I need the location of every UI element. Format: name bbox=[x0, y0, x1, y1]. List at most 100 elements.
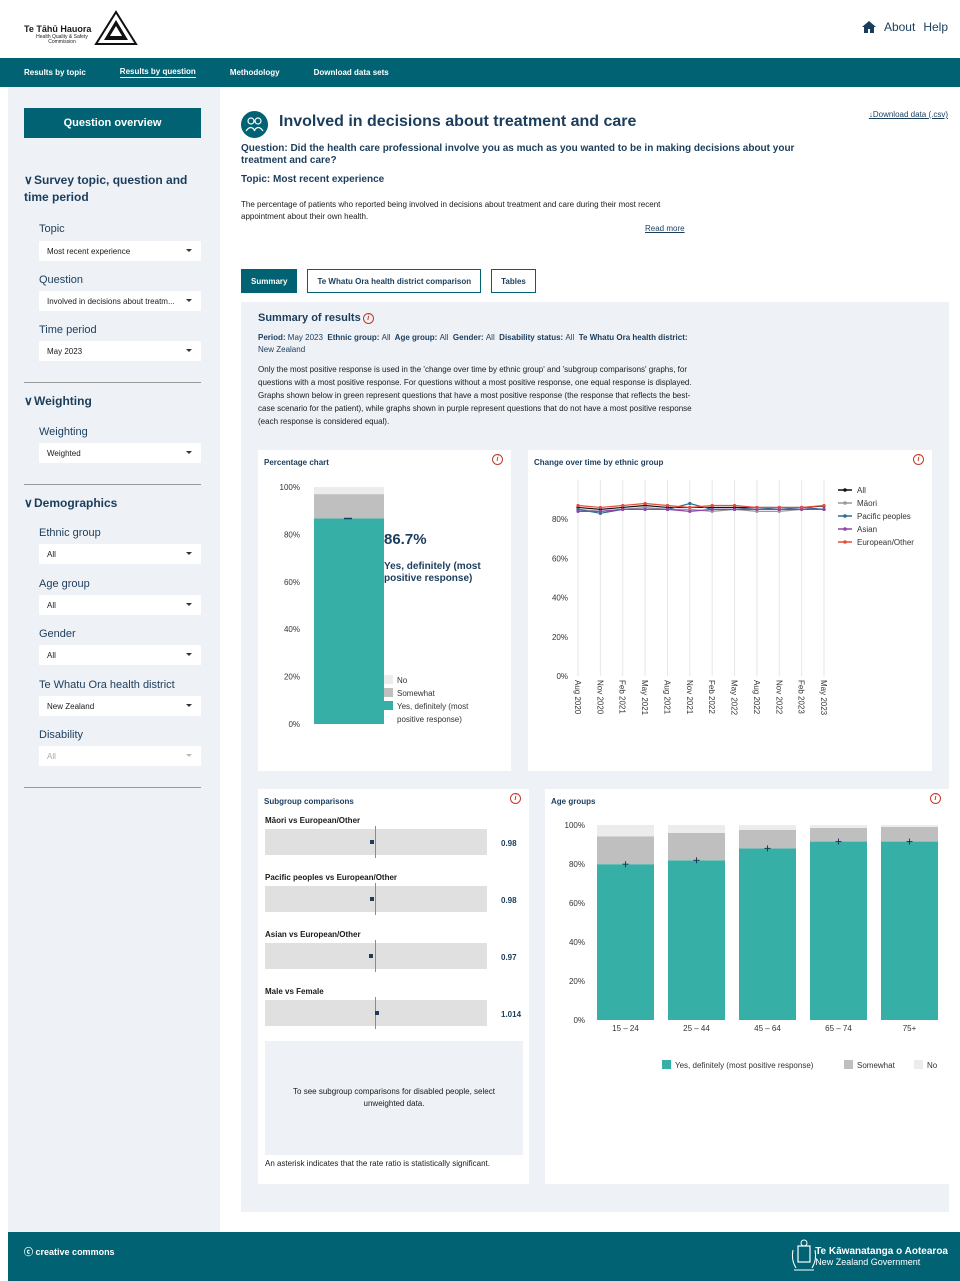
x-tick-label: Nov 2021 bbox=[685, 680, 694, 715]
download-csv-link[interactable]: ↓Download data (.csv) bbox=[869, 110, 948, 119]
government-logo[interactable]: Te Kāwanatanga o Aotearoa New Zealand Go… bbox=[815, 1246, 948, 1267]
bar-yes-definitely[interactable] bbox=[668, 860, 725, 1020]
legend-label[interactable]: Pacific peoples bbox=[857, 512, 911, 521]
legend-label[interactable]: European/Other bbox=[857, 538, 914, 547]
age-group-select[interactable]: All bbox=[39, 595, 201, 615]
tab-tables[interactable]: Tables bbox=[491, 269, 536, 293]
legend-yes-definitely-swatch bbox=[384, 701, 393, 710]
bar-no[interactable] bbox=[314, 487, 384, 495]
gender-select[interactable]: All bbox=[39, 645, 201, 665]
headline-value: 86.7% bbox=[384, 531, 427, 548]
bar-somewhat[interactable] bbox=[597, 836, 654, 865]
demographics-section-toggle[interactable]: ∨Demographics bbox=[24, 495, 117, 512]
bar-yes-definitely[interactable] bbox=[881, 841, 938, 1020]
creative-commons-logo[interactable]: ⓒ creative commons bbox=[24, 1248, 115, 1257]
rate-ratio-marker[interactable] bbox=[375, 1011, 380, 1015]
bar-yes-definitely[interactable] bbox=[810, 841, 867, 1020]
series-point[interactable] bbox=[643, 501, 647, 506]
tab-summary[interactable]: Summary bbox=[241, 269, 298, 293]
bar-yes-definitely[interactable] bbox=[597, 864, 654, 1020]
series-point[interactable] bbox=[710, 507, 714, 511]
time-period-select[interactable]: May 2023 bbox=[39, 341, 201, 361]
series-point[interactable] bbox=[822, 507, 826, 511]
legend-yes-definitely[interactable]: Yes, definitely (most positive response) bbox=[675, 1061, 814, 1070]
ethnic-group-select[interactable]: All bbox=[39, 544, 201, 564]
reference-line bbox=[375, 940, 376, 972]
series-point[interactable] bbox=[822, 503, 826, 508]
series-point[interactable] bbox=[665, 507, 670, 511]
x-tick-label: 75+ bbox=[903, 1024, 917, 1033]
disability-value: All bbox=[47, 751, 56, 761]
series-point[interactable] bbox=[688, 505, 692, 510]
weighting-section-toggle[interactable]: ∨Weighting bbox=[24, 393, 92, 410]
bar-somewhat[interactable] bbox=[314, 494, 384, 519]
help-link[interactable]: Help bbox=[923, 20, 948, 34]
series-point[interactable] bbox=[598, 505, 602, 510]
bar-yes-definitely[interactable] bbox=[739, 848, 796, 1020]
bar-somewhat[interactable] bbox=[668, 832, 725, 861]
bar-no[interactable] bbox=[810, 825, 867, 828]
bar-no[interactable] bbox=[881, 825, 938, 827]
weighting-select[interactable]: Weighted bbox=[39, 443, 201, 463]
gender-value: All bbox=[485, 333, 495, 342]
legend-label[interactable]: Māori bbox=[857, 499, 877, 508]
series-point[interactable] bbox=[621, 503, 625, 508]
home-icon[interactable] bbox=[861, 21, 876, 33]
series-point[interactable] bbox=[576, 503, 580, 508]
series-point[interactable] bbox=[665, 503, 670, 508]
legend-somewhat[interactable]: Somewhat bbox=[857, 1061, 896, 1070]
survey-section-toggle[interactable]: ∨Survey topic, question and time period bbox=[24, 172, 194, 206]
series-point[interactable] bbox=[621, 507, 625, 511]
series-point[interactable] bbox=[688, 501, 692, 506]
rate-ratio-marker[interactable] bbox=[370, 897, 374, 901]
series-point[interactable] bbox=[777, 505, 781, 510]
series-point[interactable] bbox=[755, 505, 759, 510]
series-point[interactable] bbox=[732, 503, 737, 508]
legend-somewhat-swatch bbox=[384, 688, 393, 697]
legend-label[interactable]: All bbox=[857, 486, 866, 495]
sidebar-divider bbox=[24, 382, 201, 383]
site-logo[interactable]: Te Tāhū Hauora Health Quality & Safety C… bbox=[24, 10, 144, 50]
series-point[interactable] bbox=[732, 507, 737, 511]
read-more-link[interactable]: Read more bbox=[645, 224, 685, 233]
legend-label[interactable]: Asian bbox=[857, 525, 877, 534]
bar-yes-definitely[interactable] bbox=[314, 518, 384, 724]
series-line[interactable] bbox=[577, 502, 825, 509]
change-over-time-chart: 0% 20% 40% 60% 80% Aug 2020 Nov 2020 Feb 2021 M… bbox=[552, 480, 914, 716]
nav-download-data-sets[interactable]: Download data sets bbox=[314, 68, 389, 77]
disability-select: All bbox=[39, 746, 201, 766]
age-groups-card: Age groups i 0% 20% 40% 60% 80% 100% 15 – 24 2… bbox=[545, 789, 949, 1184]
series-point[interactable] bbox=[688, 509, 692, 513]
district-select[interactable]: New Zealand bbox=[39, 696, 201, 716]
nav-methodology[interactable]: Methodology bbox=[230, 68, 280, 77]
series-point[interactable] bbox=[598, 509, 602, 513]
rate-ratio-marker[interactable] bbox=[370, 840, 374, 844]
topic-select[interactable]: Most recent experience bbox=[39, 241, 201, 261]
bar-no[interactable] bbox=[597, 825, 654, 837]
gov-name-maori: Te Kāwanatanga o Aotearoa bbox=[815, 1246, 948, 1257]
weighting-value: Weighted bbox=[47, 448, 81, 458]
legend-no[interactable]: No bbox=[927, 1061, 938, 1070]
tab-district-comparison[interactable]: Te Whatu Ora health district comparison bbox=[307, 269, 482, 293]
bar-no[interactable] bbox=[668, 825, 725, 833]
nav-results-by-topic[interactable]: Results by topic bbox=[24, 68, 86, 77]
rate-ratio-value: 1.014 bbox=[501, 1010, 522, 1019]
caret-down-icon bbox=[186, 552, 192, 555]
series-point[interactable] bbox=[800, 505, 804, 510]
question-select[interactable]: Involved in decisions about treatm... bbox=[39, 291, 201, 311]
question-overview-button[interactable]: Question overview bbox=[24, 108, 201, 138]
info-icon[interactable]: i bbox=[510, 793, 521, 804]
series-point[interactable] bbox=[576, 509, 580, 513]
series-point[interactable] bbox=[643, 507, 647, 511]
subgroup-label: Asian vs European/Other bbox=[265, 930, 361, 939]
info-icon[interactable]: i bbox=[362, 312, 374, 324]
nav-results-by-question[interactable]: Results by question bbox=[119, 67, 196, 78]
question-label: Question bbox=[39, 274, 84, 286]
significance-footnote: An asterisk indicates that the rate rati… bbox=[265, 1159, 490, 1168]
people-icon bbox=[241, 111, 268, 138]
rate-ratio-marker[interactable] bbox=[368, 954, 373, 958]
bar-no[interactable] bbox=[739, 825, 796, 830]
y-tick-label: 20% bbox=[552, 633, 568, 642]
series-point[interactable] bbox=[710, 503, 714, 508]
about-link[interactable]: About bbox=[884, 20, 915, 34]
